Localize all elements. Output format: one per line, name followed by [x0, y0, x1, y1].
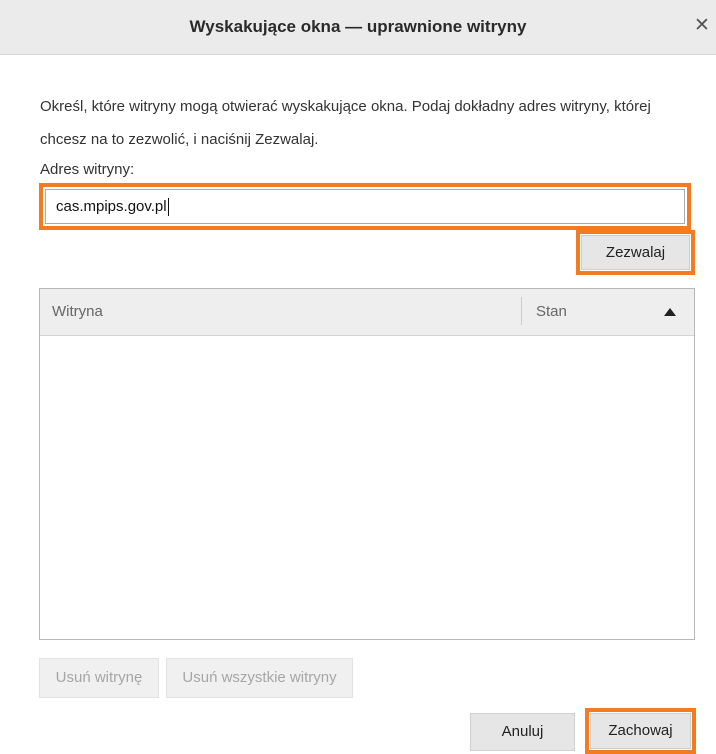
address-input[interactable]: cas.mpips.gov.pl: [45, 189, 685, 224]
dialog-titlebar: Wyskakujące okna — uprawnione witryny ✕: [0, 0, 716, 55]
column-header-status[interactable]: Stan: [536, 289, 567, 335]
permissions-table: Witryna Stan: [39, 288, 695, 640]
text-caret: [167, 198, 169, 217]
close-icon[interactable]: ✕: [690, 14, 714, 38]
column-divider: [521, 297, 522, 325]
allow-button[interactable]: Zezwalaj: [581, 235, 690, 270]
cancel-button[interactable]: Anuluj: [470, 713, 575, 751]
address-input-value: cas.mpips.gov.pl: [56, 198, 167, 215]
dialog-description: Określ, które witryny mogą otwierać wysk…: [40, 98, 651, 148]
sort-ascending-icon[interactable]: [664, 308, 676, 316]
remove-all-sites-button[interactable]: Usuń wszystkie witryny: [166, 658, 353, 698]
remove-site-button[interactable]: Usuń witrynę: [39, 658, 159, 698]
address-label: Adres witryny:: [40, 161, 135, 178]
dialog-title: Wyskakujące okna — uprawnione witryny: [189, 17, 527, 36]
table-header: Witryna Stan: [40, 289, 694, 336]
column-header-site[interactable]: Witryna: [52, 289, 103, 335]
save-button[interactable]: Zachowaj: [590, 713, 691, 749]
